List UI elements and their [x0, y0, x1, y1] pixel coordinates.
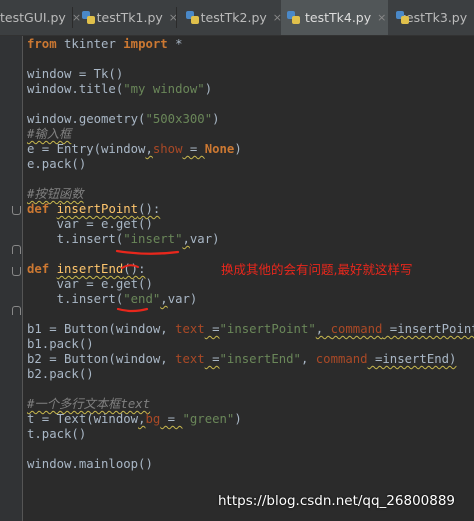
code-line: window.title("my window")	[27, 82, 213, 96]
code-comment: #按钮函数	[27, 187, 84, 201]
tab-label: testGUI.py	[0, 10, 66, 25]
code-comment: #一个多行文本框text	[27, 397, 151, 411]
code-line: window.geometry("500x300")	[27, 112, 220, 126]
code-editor[interactable]: from tkinter import * window = Tk() wind…	[0, 36, 474, 521]
code-line: def insertEnd():	[27, 262, 146, 276]
code-line: t = Text(window,bg = "green")	[27, 412, 242, 426]
tab-label: testTk3.py	[401, 10, 468, 25]
python-file-icon	[186, 11, 199, 24]
annotation-note: 换成其他的会有问题,最好就这样写	[221, 262, 413, 277]
editor-tab-bar: testGUI.py × testTk1.py × testTk2.py × t…	[0, 0, 474, 36]
code-line: b1 = Button(window, text ="insertPoint",…	[27, 322, 474, 336]
fold-marker-icon[interactable]	[12, 267, 21, 276]
fold-marker-icon[interactable]	[12, 306, 21, 315]
code-line: from tkinter import *	[27, 37, 183, 51]
code-line: b2.pack()	[27, 367, 94, 381]
editor-gutter	[0, 36, 22, 521]
tab-label: testTk2.py	[200, 10, 267, 25]
code-comment: #输入框	[27, 127, 72, 141]
fold-marker-icon[interactable]	[12, 206, 21, 215]
code-line: t.insert("end",var)	[27, 292, 198, 306]
gutter-divider	[22, 36, 23, 521]
close-icon[interactable]: ×	[377, 11, 386, 24]
code-line: b1.pack()	[27, 337, 94, 351]
python-file-icon	[287, 11, 300, 24]
code-line: t.insert("insert",var)	[27, 232, 220, 246]
tab-testgui[interactable]: testGUI.py ×	[0, 0, 81, 35]
code-line: window.mainloop()	[27, 457, 153, 471]
tab-label: testTk1.py	[96, 10, 163, 25]
tab-divider	[176, 7, 177, 28]
code-line: def insertPoint():	[27, 202, 161, 216]
watermark: https://blog.csdn.net/qq_26800889	[218, 493, 456, 509]
fold-marker-icon[interactable]	[12, 245, 21, 254]
tab-testtk1[interactable]: testTk1.py ×	[78, 0, 178, 35]
code-line: e.pack()	[27, 157, 87, 171]
tab-testtk2[interactable]: testTk2.py ×	[182, 0, 282, 35]
python-file-icon	[82, 11, 95, 24]
code-line: var = e.get()	[27, 277, 153, 291]
tab-testtk4[interactable]: testTk4.py ×	[281, 0, 388, 35]
tab-divider	[72, 7, 73, 28]
code-line: e = Entry(window,show = None)	[27, 142, 242, 156]
code-line: window = Tk()	[27, 67, 124, 81]
code-line: b2 = Button(window, text ="insertEnd", c…	[27, 352, 457, 366]
code-line: t.pack()	[27, 427, 87, 441]
code-line: var = e.get()	[27, 217, 153, 231]
tab-label: testTk4.py	[305, 10, 372, 25]
tab-testtk3[interactable]: testTk3.py ×	[392, 0, 474, 35]
